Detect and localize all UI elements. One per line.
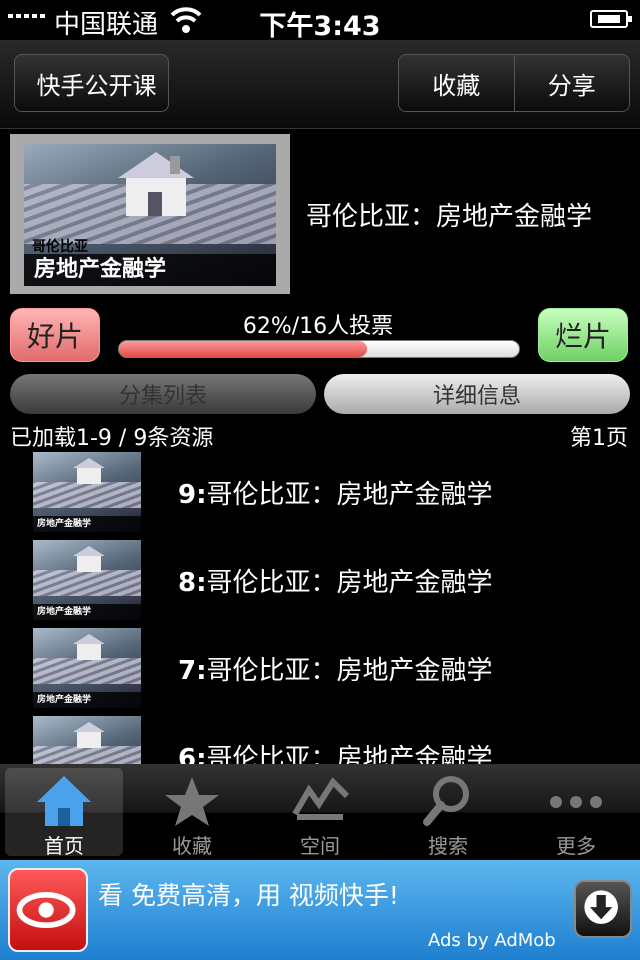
- course-poster: 哥伦比亚 房地产金融学: [10, 134, 290, 294]
- tab-space[interactable]: 空间: [261, 768, 379, 858]
- tab-label: 更多: [556, 834, 596, 858]
- tab-label: 空间: [300, 834, 340, 858]
- tab-star[interactable]: 收藏: [133, 768, 251, 858]
- list-item[interactable]: 房地产金融学 9:哥伦比亚：房地产金融学: [0, 448, 640, 536]
- rating-progress-fill: [119, 341, 367, 357]
- tab-episode-list[interactable]: 分集列表: [10, 374, 316, 414]
- battery-icon: [590, 10, 632, 28]
- episode-list[interactable]: 房地产金融学 9:哥伦比亚：房地产金融学 房地产金融学 8:哥伦比亚：房地产金融学 房地…: [0, 448, 640, 764]
- thumbnail-caption: 房地产金融学: [33, 692, 141, 708]
- episode-thumbnail: 房地产金融学: [33, 540, 141, 620]
- list-item[interactable]: 房地产金融学 8:哥伦比亚：房地产金融学: [0, 536, 640, 624]
- tab-label: 搜索: [428, 834, 468, 858]
- episode-thumbnail: 房地产金融学: [33, 628, 141, 708]
- tab-more[interactable]: 更多: [517, 768, 635, 858]
- favorite-button[interactable]: 收藏: [399, 55, 514, 111]
- tab-details[interactable]: 详细信息: [324, 374, 630, 414]
- tab-label: 收藏: [172, 834, 212, 858]
- episode-name: 哥伦比亚：房地产金融学: [206, 744, 493, 764]
- star-icon: [133, 774, 251, 828]
- episode-thumbnail: 房地产金融学: [33, 452, 141, 532]
- navigation-bar: 快手公开课 收藏 分享: [0, 40, 640, 129]
- good-rating-button[interactable]: 好片: [10, 308, 100, 362]
- list-item[interactable]: 房地产金融学 7:哥伦比亚：房地产金融学: [0, 624, 640, 712]
- list-item[interactable]: 房地产金融学 6:哥伦比亚：房地产金融学: [0, 712, 640, 764]
- download-icon[interactable]: [574, 880, 632, 938]
- episode-thumbnail: 房地产金融学: [33, 716, 141, 764]
- ad-app-logo: [8, 868, 88, 952]
- tab-search[interactable]: 搜索: [389, 768, 507, 858]
- episode-title: 6:哥伦比亚：房地产金融学: [178, 738, 493, 764]
- status-time: 下午3:43: [259, 11, 381, 42]
- ad-attribution: Ads by AdMob: [428, 930, 556, 951]
- vote-summary: 62%/16人投票: [242, 314, 394, 339]
- status-bar: 中国联通 下午3:43: [0, 0, 640, 42]
- episode-name: 哥伦比亚：房地产金融学: [206, 568, 493, 598]
- episode-title: 9:哥伦比亚：房地产金融学: [178, 474, 493, 511]
- house-icon: [118, 152, 194, 216]
- episode-title: 7:哥伦比亚：房地产金融学: [178, 650, 493, 687]
- search-icon: [389, 774, 507, 828]
- back-button[interactable]: 快手公开课: [14, 54, 169, 112]
- house-icon: [73, 546, 105, 572]
- house-icon: [73, 722, 105, 748]
- home-icon: [5, 774, 123, 828]
- more-icon: [517, 774, 635, 828]
- ad-text: 看 免费高清，用 视频快手!: [98, 881, 399, 910]
- space-icon: [261, 774, 379, 828]
- poster-caption-large: 房地产金融学: [24, 254, 276, 286]
- rating-progress-bar: [118, 340, 520, 358]
- poster-caption-small: 哥伦比亚: [32, 239, 88, 255]
- thumbnail-caption: 房地产金融学: [33, 604, 141, 620]
- nav-actions: 收藏 分享: [398, 54, 630, 112]
- episode-number: 8:: [178, 568, 207, 598]
- course-title: 哥伦比亚：房地产金融学: [306, 202, 593, 232]
- episode-name: 哥伦比亚：房地产金融学: [206, 656, 493, 686]
- episode-number: 6:: [178, 744, 207, 764]
- tab-home[interactable]: 首页: [5, 768, 123, 858]
- house-icon: [73, 634, 105, 660]
- house-icon: [73, 458, 105, 484]
- share-button[interactable]: 分享: [513, 55, 629, 111]
- tab-bar: 首页 收藏 空间 搜索 更多: [0, 764, 640, 860]
- thumbnail-caption: 房地产金融学: [33, 516, 141, 532]
- episode-number: 9:: [178, 480, 207, 510]
- episode-name: 哥伦比亚：房地产金融学: [206, 480, 493, 510]
- tab-label: 首页: [44, 834, 84, 858]
- episode-number: 7:: [178, 656, 207, 686]
- episode-title: 8:哥伦比亚：房地产金融学: [178, 562, 493, 599]
- bad-rating-button[interactable]: 烂片: [538, 308, 628, 362]
